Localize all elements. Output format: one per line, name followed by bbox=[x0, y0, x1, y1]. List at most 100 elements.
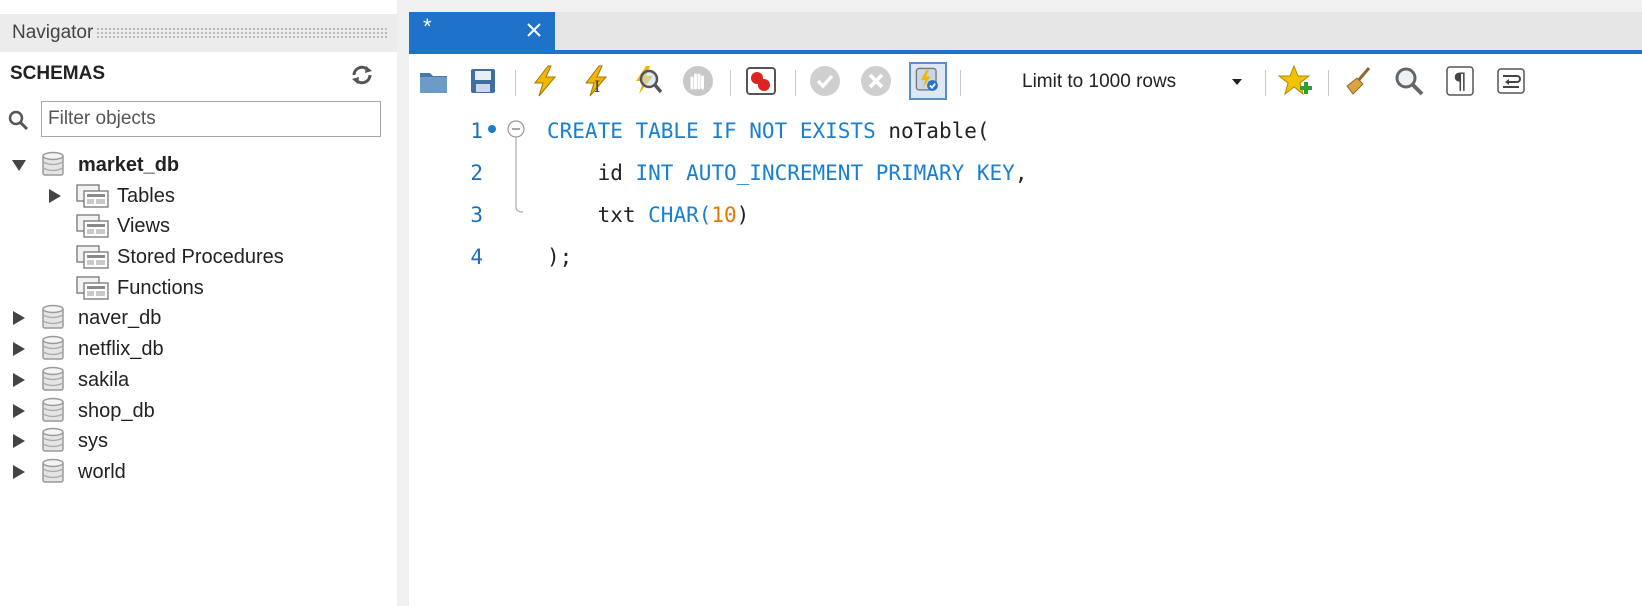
schema-label: world bbox=[78, 460, 126, 483]
code-token: txt bbox=[547, 203, 649, 227]
explain-button[interactable] bbox=[628, 62, 666, 100]
arrow-spacer bbox=[48, 280, 62, 296]
line-number: 3 bbox=[470, 203, 483, 227]
database-icon bbox=[42, 427, 64, 452]
navigator-panel: Navigator SCHEMAS market_db Tables Views St… bbox=[0, 0, 397, 606]
schema-item-sys[interactable]: sys bbox=[12, 426, 108, 456]
close-icon[interactable] bbox=[525, 21, 543, 39]
save-icon bbox=[471, 69, 495, 93]
schema-item-world[interactable]: world bbox=[12, 457, 126, 487]
expand-arrow-right-icon[interactable] bbox=[12, 372, 26, 388]
expand-arrow-right-icon[interactable] bbox=[12, 433, 26, 449]
save-button[interactable] bbox=[464, 62, 502, 100]
add-snippet-button[interactable] bbox=[1277, 62, 1315, 100]
invisible-chars-button[interactable]: ¶ bbox=[1441, 62, 1479, 100]
expand-arrow-right-icon[interactable] bbox=[48, 188, 62, 204]
tab-query[interactable]: * bbox=[409, 12, 555, 52]
database-icon bbox=[42, 304, 64, 329]
invisible-chars-icon: ¶ bbox=[1446, 66, 1474, 96]
limit-rows-select[interactable]: Limit to 1000 rows bbox=[1016, 64, 1254, 100]
panel-splitter[interactable] bbox=[397, 0, 409, 606]
code-token: CHAR( bbox=[648, 203, 712, 227]
execute-current-icon: I bbox=[584, 65, 608, 97]
expand-arrow-down-icon[interactable] bbox=[12, 157, 26, 173]
schema-item-naver-db[interactable]: naver_db bbox=[12, 303, 161, 333]
schema-child-views[interactable]: Views bbox=[48, 211, 170, 241]
expand-arrow-right-icon[interactable] bbox=[12, 310, 26, 326]
open-file-button[interactable] bbox=[415, 62, 453, 100]
schema-child-label: Tables bbox=[117, 184, 175, 207]
explain-icon bbox=[636, 66, 663, 94]
stop-button[interactable] bbox=[679, 62, 717, 100]
toolbar-separator bbox=[1265, 70, 1266, 96]
stored-procedures-folder-icon bbox=[76, 245, 109, 269]
autocommit-icon bbox=[915, 67, 938, 91]
schemas-label: SCHEMAS bbox=[10, 63, 106, 84]
commit-button[interactable] bbox=[806, 62, 844, 100]
beautify-icon bbox=[1346, 67, 1371, 95]
rollback-button[interactable] bbox=[857, 62, 895, 100]
database-icon bbox=[42, 458, 64, 483]
svg-text:I: I bbox=[594, 77, 600, 96]
code-line[interactable]: id INT AUTO_INCREMENT PRIMARY KEY, bbox=[547, 152, 1028, 194]
code-line[interactable]: CREATE TABLE IF NOT EXISTS noTable( bbox=[547, 110, 990, 152]
execute-button[interactable] bbox=[526, 62, 564, 100]
code-token: , bbox=[1014, 161, 1028, 185]
expand-arrow-right-icon[interactable] bbox=[12, 464, 26, 480]
schema-label: naver_db bbox=[78, 306, 162, 329]
code-token: CREATE TABLE IF NOT EXISTS bbox=[547, 119, 889, 143]
code-token: ); bbox=[547, 245, 573, 269]
database-icon bbox=[42, 151, 64, 176]
toolbar-separator bbox=[795, 70, 796, 96]
database-icon bbox=[42, 366, 64, 391]
editor-tab-bar: * bbox=[409, 12, 1642, 52]
find-button[interactable] bbox=[1390, 62, 1428, 100]
expand-arrow-right-icon[interactable] bbox=[12, 341, 26, 357]
schema-item-sakila[interactable]: sakila bbox=[12, 365, 129, 395]
line-number: 2 bbox=[470, 161, 483, 185]
chevron-down-icon bbox=[1232, 79, 1242, 85]
schema-item-market-db[interactable]: market_db bbox=[12, 150, 179, 180]
schema-item-netflix-db[interactable]: netflix_db bbox=[12, 334, 164, 364]
schema-child-tables[interactable]: Tables bbox=[48, 181, 175, 211]
schema-child-label: Functions bbox=[117, 276, 204, 299]
schema-label: netflix_db bbox=[78, 337, 164, 360]
find-icon bbox=[1395, 67, 1424, 96]
beautify-button[interactable] bbox=[1339, 62, 1377, 100]
code-token: id bbox=[547, 161, 636, 185]
svg-text:¶: ¶ bbox=[1453, 70, 1467, 95]
statement-marker-icon bbox=[488, 125, 496, 133]
filter-objects-input[interactable] bbox=[41, 101, 381, 137]
word-wrap-button[interactable] bbox=[1492, 62, 1530, 100]
schema-item-shop-db[interactable]: shop_db bbox=[12, 396, 155, 426]
code-line[interactable]: ); bbox=[547, 236, 572, 278]
line-number: 1 bbox=[470, 119, 483, 143]
schema-label: shop_db bbox=[78, 399, 155, 422]
tables-folder-icon bbox=[76, 184, 109, 208]
code-token: INT AUTO_INCREMENT PRIMARY KEY bbox=[635, 161, 1015, 185]
schema-label: sakila bbox=[78, 368, 130, 391]
code-line[interactable]: txt CHAR(10) bbox=[547, 194, 750, 236]
autocommit-toggle[interactable] bbox=[909, 62, 947, 100]
code-token: 10 bbox=[711, 203, 737, 227]
execute-icon bbox=[533, 65, 557, 97]
expand-arrow-right-icon[interactable] bbox=[12, 403, 26, 419]
navigator-header: Navigator bbox=[0, 14, 397, 52]
code-token: ) bbox=[736, 203, 750, 227]
code-gutter bbox=[488, 120, 525, 213]
schema-child-functions[interactable]: Functions bbox=[48, 273, 204, 303]
toolbar-separator bbox=[1328, 70, 1329, 96]
execute-current-button[interactable]: I bbox=[577, 62, 615, 100]
toolbar-separator bbox=[730, 70, 731, 96]
schema-child-stored-procedures[interactable]: Stored Procedures bbox=[48, 242, 284, 272]
schema-child-label: Stored Procedures bbox=[117, 245, 284, 268]
drag-handle[interactable] bbox=[96, 27, 387, 39]
toggle-error-button[interactable] bbox=[742, 62, 780, 100]
views-folder-icon bbox=[76, 214, 109, 238]
open-file-icon bbox=[420, 73, 447, 93]
schema-label: market_db bbox=[78, 153, 180, 176]
functions-folder-icon bbox=[76, 276, 109, 300]
commit-icon bbox=[810, 66, 840, 96]
refresh-icon[interactable] bbox=[350, 64, 374, 86]
add-snippet-icon bbox=[1277, 64, 1312, 96]
